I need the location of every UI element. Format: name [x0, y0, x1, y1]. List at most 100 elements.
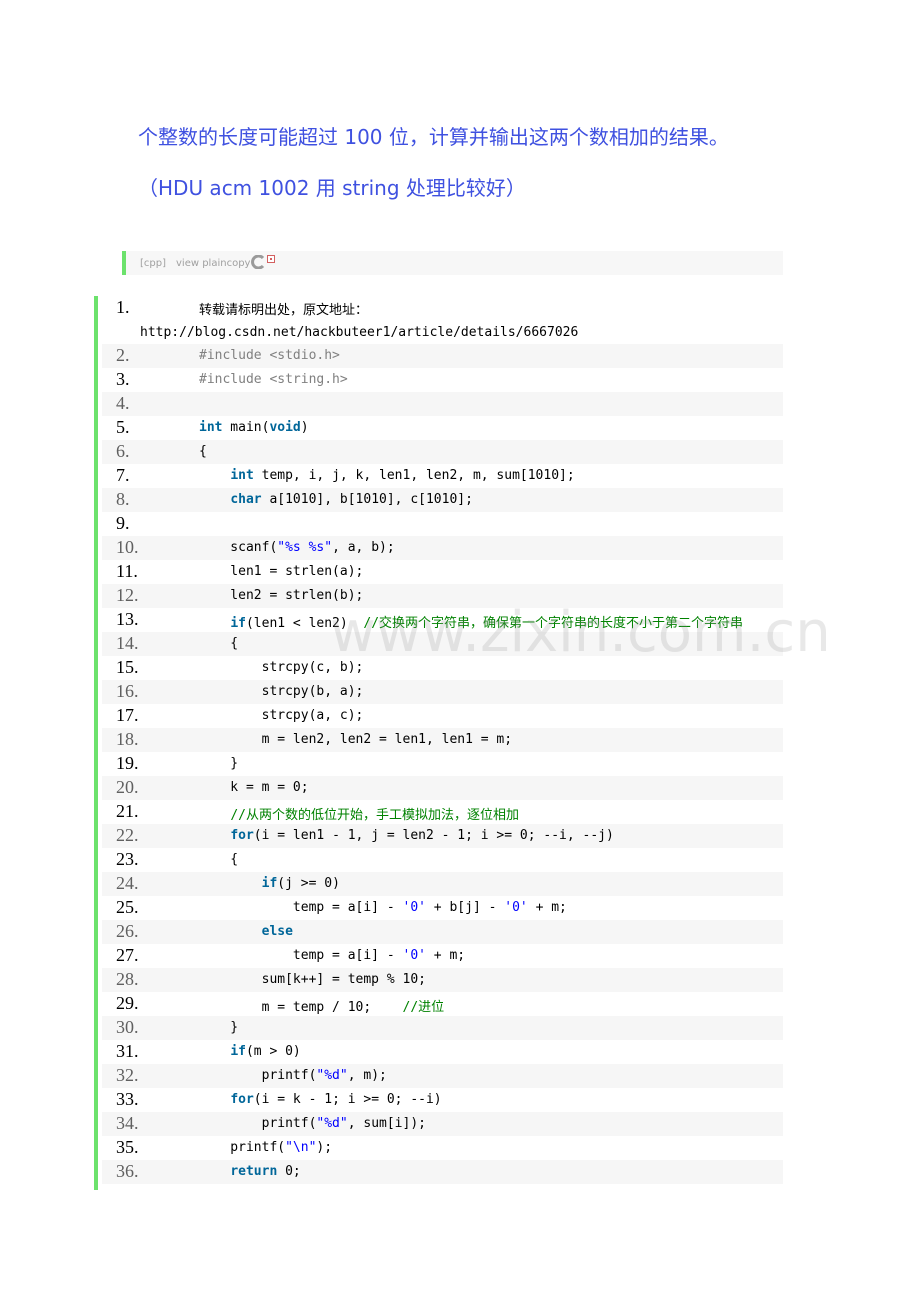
code-line: 24. if(j >= 0) — [102, 872, 783, 896]
code-line: 23. { — [102, 848, 783, 872]
code-string: '0' — [402, 900, 426, 915]
code-text: } — [199, 1020, 238, 1035]
code-token: (j >= 0) — [277, 876, 340, 891]
line-number: 20. — [116, 777, 139, 797]
code-line: 32. printf("%d", m); — [102, 1064, 783, 1088]
code-text: int main(void) — [199, 420, 309, 435]
code-text: #include <stdio.h> — [199, 348, 340, 363]
line-number: 9. — [116, 513, 130, 533]
code-line: 12. len2 = strlen(b); — [102, 584, 783, 608]
line-number: 4. — [116, 393, 130, 413]
language-label: [cpp] — [140, 258, 166, 269]
copy-icon[interactable] — [250, 255, 266, 269]
code-text: sum[k++] = temp % 10; — [199, 972, 426, 987]
code-text: for(i = k - 1; i >= 0; --i) — [199, 1092, 441, 1107]
code-keyword: if — [261, 876, 278, 891]
code-toolbar: [cpp] view plaincopy — [122, 251, 783, 275]
code-keyword: if — [230, 1044, 246, 1059]
code-line: 4. — [102, 392, 783, 416]
code-token: strcpy(b, a); — [199, 684, 364, 699]
code-line: 8. char a[1010], b[1010], c[1010]; — [102, 488, 783, 512]
code-text: temp = a[i] - '0' + b[j] - '0' + m; — [199, 900, 567, 915]
code-line: 9. — [102, 512, 783, 536]
view-plain-link[interactable]: view plaincopy — [176, 258, 250, 269]
code-text: if(m > 0) — [199, 1044, 300, 1059]
code-token: scanf( — [199, 540, 278, 555]
code-keyword: else — [261, 924, 293, 939]
code-token: k = m = 0; — [199, 780, 309, 795]
line-number: 29. — [116, 993, 139, 1013]
code-token: 0; — [277, 1164, 301, 1179]
code-text: m = len2, len2 = len1, len1 = m; — [199, 732, 512, 747]
code-token: main( — [222, 420, 270, 435]
line-number: 13. — [116, 609, 139, 629]
code-token: , m); — [347, 1068, 387, 1083]
code-token: , a, b); — [332, 540, 395, 555]
line-number: 27. — [116, 945, 139, 965]
line-number: 8. — [116, 489, 130, 509]
code-text: { — [199, 636, 238, 651]
code-token: { — [199, 444, 207, 459]
code-string: "%d" — [316, 1068, 348, 1083]
line-number: 26. — [116, 921, 139, 941]
code-token: sum[k++] = temp % 10; — [199, 972, 426, 987]
code-keyword: int — [199, 420, 223, 435]
code-text: else — [199, 924, 293, 939]
code-token: m = temp / 10; — [199, 1000, 403, 1015]
code-text: //从两个数的低位开始，手工模拟加法，逐位相加 — [199, 804, 519, 823]
code-token: printf( — [199, 1068, 317, 1083]
code-token: (len1 < len2) — [245, 616, 364, 631]
code-text: int temp, i, j, k, len1, len2, m, sum[10… — [199, 468, 575, 483]
code-comment: //交换两个字符串，确保第一个字符串的长度不小于第二个字符串 — [363, 616, 744, 631]
code-token: + m; — [425, 948, 466, 963]
code-text: printf("\n"); — [199, 1140, 332, 1155]
code-preprocessor: #include <string.h> — [199, 372, 348, 387]
code-line: 22. for(i = len1 - 1, j = len2 - 1; i >=… — [102, 824, 783, 848]
code-line: 13. if(len1 < len2) //交换两个字符串，确保第一个字符串的长… — [102, 608, 783, 632]
line-number: 12. — [116, 585, 139, 605]
code-line: 5. int main(void) — [102, 416, 783, 440]
code-token: , sum[i]); — [347, 1116, 426, 1131]
line-number: 21. — [116, 801, 139, 821]
code-comment: //从两个数的低位开始，手工模拟加法，逐位相加 — [230, 808, 519, 823]
code-string: "%d" — [316, 1116, 348, 1131]
print-icon[interactable] — [267, 255, 275, 263]
code-string: "%s %s" — [277, 540, 333, 555]
code-token: } — [199, 756, 239, 771]
code-line: 6. { — [102, 440, 783, 464]
code-line: 35. printf("\n"); — [102, 1136, 783, 1160]
code-string: "\n" — [285, 1140, 317, 1155]
code-keyword: for — [230, 1092, 254, 1107]
code-keyword: return — [230, 1164, 278, 1179]
code-line: 18. m = len2, len2 = len1, len1 = m; — [102, 728, 783, 752]
code-string: '0' — [402, 948, 426, 963]
code-line: 34. printf("%d", sum[i]); — [102, 1112, 783, 1136]
intro-line-1: 个整数的长度可能超过 100 位，计算并输出这两个数相加的结果。 — [138, 125, 729, 149]
code-line: 10. scanf("%s %s", a, b); — [102, 536, 783, 560]
line-number: 35. — [116, 1137, 139, 1157]
code-token: printf( — [199, 1140, 286, 1155]
intro-line-2: （HDU acm 1002 用 string 处理比较好） — [138, 176, 526, 200]
code-token: printf( — [199, 1116, 317, 1131]
code-text: len1 = strlen(a); — [199, 564, 363, 579]
code-token: temp, i, j, k, len1, len2, m, sum[1010]; — [253, 468, 575, 483]
code-token: + b[j] - — [425, 900, 505, 915]
line-number: 10. — [116, 537, 139, 557]
code-token: ) — [300, 420, 309, 435]
code-text: temp = a[i] - '0' + m; — [199, 948, 465, 963]
code-keyword: char — [230, 492, 262, 507]
code-token: temp = a[i] - — [199, 948, 403, 963]
code-text: strcpy(a, c); — [199, 708, 364, 723]
code-line: 19. } — [102, 752, 783, 776]
line-number: 2. — [116, 345, 130, 365]
code-line: 30. } — [102, 1016, 783, 1040]
line-number: 31. — [116, 1041, 139, 1061]
code-line: 26. else — [102, 920, 783, 944]
